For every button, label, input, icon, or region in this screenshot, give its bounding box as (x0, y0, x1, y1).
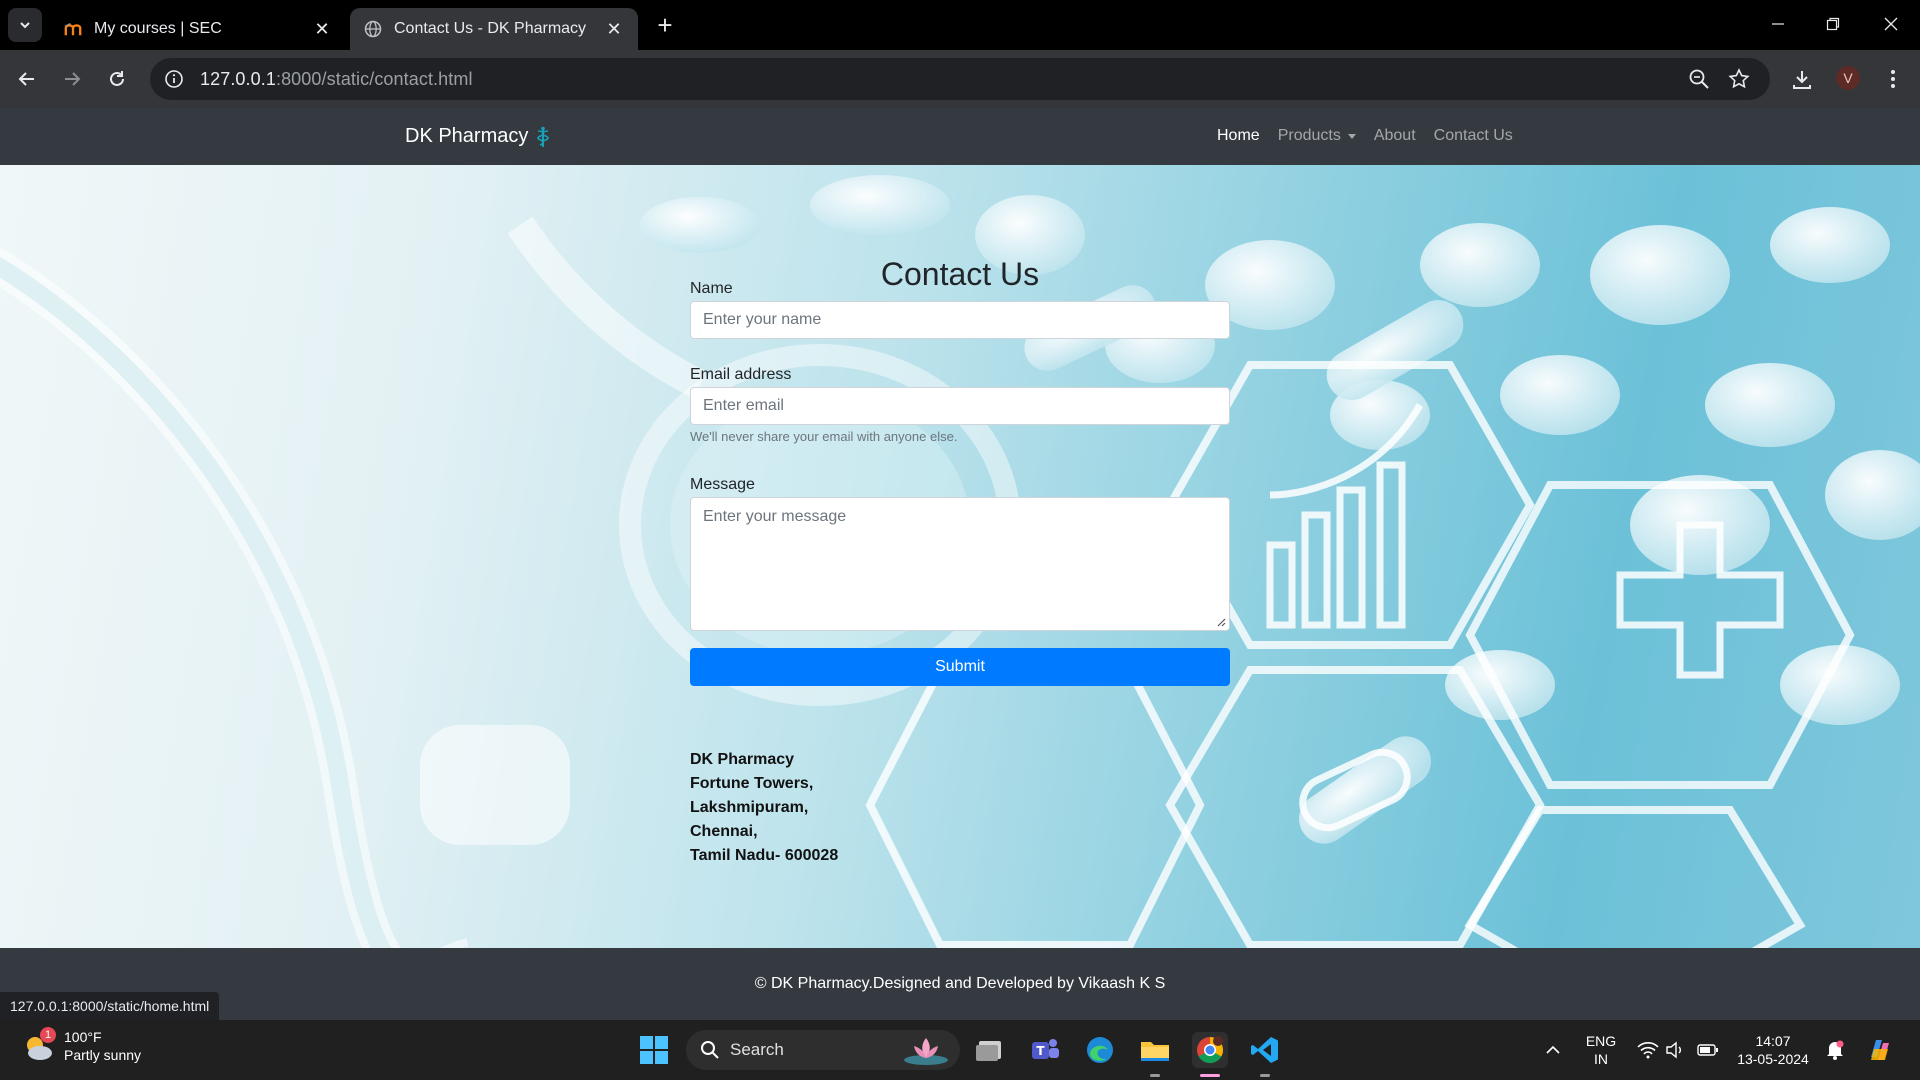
email-input[interactable]: Enter email (690, 387, 1230, 425)
url-text: 127.0.0.1:8000/static/contact.html (200, 68, 473, 89)
site-footer: © DK Pharmacy.Designed and Developed by … (0, 948, 1920, 1020)
page-title: Contact Us (880, 256, 1040, 292)
arrow-left-icon (18, 72, 34, 86)
resize-handle-icon[interactable] (1216, 617, 1226, 627)
nav-products[interactable]: Products (1278, 127, 1356, 145)
vscode-icon[interactable] (1247, 1032, 1283, 1068)
tab-title: Contact Us - DK Pharmacy (394, 20, 587, 37)
clock-date: 13-05-2024 (1737, 1051, 1809, 1067)
search-label: Search (730, 1040, 784, 1059)
name-input[interactable]: Enter your name (690, 301, 1230, 339)
teams-icon[interactable]: T (1027, 1032, 1063, 1068)
weather-desc: Partly sunny (64, 1047, 142, 1063)
brand-link[interactable]: DK Pharmacy (405, 125, 550, 148)
notification-badge: 1 (40, 1027, 56, 1043)
address-line: Lakshmipuram, (690, 799, 809, 816)
footer-text: © DK Pharmacy.Designed and Developed by … (754, 975, 1166, 992)
caret-down-icon (1347, 133, 1356, 139)
info-icon[interactable] (164, 69, 184, 89)
language-indicator[interactable]: ENG IN (1582, 1032, 1620, 1068)
globe-icon (364, 20, 382, 38)
email-help-text: We'll never share your email with anyone… (690, 429, 958, 444)
reload-icon (110, 71, 124, 86)
nav-about[interactable]: About (1374, 127, 1416, 145)
taskbar: 1 100°F Partly sunny Search T ENG IN 14:… (0, 1020, 1920, 1080)
brand-name: DK Pharmacy (405, 125, 529, 147)
hero-section: Contact Us Name Enter your name Email ad… (0, 165, 1920, 948)
email-label: Email address (690, 366, 792, 383)
page-viewport: DK Pharmacy Home Products About Contact … (0, 108, 1920, 1020)
running-indicator (1150, 1074, 1160, 1077)
nav-home[interactable]: Home (1217, 127, 1260, 145)
windows-start-icon[interactable] (636, 1032, 672, 1068)
close-tab-icon[interactable]: ✕ (604, 19, 624, 39)
copilot-icon[interactable] (1862, 1032, 1898, 1068)
message-label: Message (690, 476, 755, 493)
tab-contact-us[interactable]: Contact Us - DK Pharmacy ✕ (350, 8, 638, 50)
address-block: DK Pharmacy Fortune Towers, Lakshmipuram… (690, 748, 838, 868)
tab-title: My courses | SEC (94, 20, 222, 37)
region-code: IN (1594, 1051, 1608, 1067)
task-view-icon[interactable] (972, 1032, 1008, 1068)
message-textarea[interactable]: Enter your message (690, 497, 1230, 631)
address-line: Chennai, (690, 823, 758, 840)
profile-avatar[interactable]: V (1836, 66, 1860, 90)
forward-button[interactable] (57, 64, 87, 94)
notification-bell-icon[interactable] (1817, 1032, 1853, 1068)
address-bar[interactable]: 127.0.0.1:8000/static/contact.html (150, 58, 1770, 100)
tab-search-button[interactable] (8, 8, 42, 42)
arrow-right-icon (65, 72, 81, 86)
zoom-icon[interactable] (1688, 68, 1710, 90)
browser-tab-bar: My courses | SEC ✕ Contact Us - DK Pharm… (0, 0, 1920, 50)
edge-icon[interactable] (1082, 1032, 1118, 1068)
address-line: Tamil Nadu- 600028 (690, 847, 839, 864)
message-placeholder: Enter your message (703, 508, 847, 525)
close-tab-icon[interactable]: ✕ (312, 19, 332, 39)
name-label: Name (690, 280, 733, 297)
clock-time: 14:07 (1755, 1033, 1791, 1049)
status-bubble: 127.0.0.1:8000/static/home.html (0, 992, 220, 1020)
language-code: ENG (1585, 1033, 1617, 1049)
running-indicator (1260, 1074, 1270, 1077)
moodle-favicon-icon (64, 20, 82, 38)
name-placeholder: Enter your name (703, 311, 822, 328)
email-placeholder: Enter email (703, 397, 784, 414)
svg-text:T: T (1036, 1044, 1045, 1058)
partly-sunny-icon: 1 (22, 1027, 56, 1063)
restore-icon[interactable] (1813, 6, 1853, 42)
submit-button[interactable]: Submit (690, 648, 1230, 686)
lotus-icon (904, 1038, 948, 1065)
close-window-icon[interactable] (1871, 6, 1911, 42)
address-line: DK Pharmacy (690, 751, 795, 768)
minimize-icon[interactable] (1758, 6, 1798, 42)
caduceus-icon (537, 126, 550, 147)
menu-dots-icon[interactable] (1880, 66, 1906, 92)
active-indicator (1200, 1074, 1220, 1077)
nav-links: Home Products About Contact Us (1217, 127, 1531, 145)
weather-widget[interactable]: 1 100°F Partly sunny (22, 1027, 142, 1064)
download-icon[interactable] (1789, 66, 1815, 92)
chrome-icon[interactable] (1192, 1032, 1228, 1068)
reload-button[interactable] (102, 64, 132, 94)
battery-icon[interactable] (1690, 1032, 1726, 1068)
tab-my-courses[interactable]: My courses | SEC ✕ (50, 8, 346, 50)
bookmark-star-icon[interactable] (1728, 68, 1750, 90)
back-button[interactable] (12, 64, 42, 94)
chevron-up-icon[interactable] (1535, 1032, 1571, 1068)
clock[interactable]: 14:07 13-05-2024 (1733, 1032, 1813, 1068)
search-icon (701, 1041, 719, 1059)
address-line: Fortune Towers, (690, 775, 814, 792)
taskbar-search[interactable]: Search (686, 1030, 960, 1070)
volume-icon[interactable] (1657, 1032, 1693, 1068)
site-navbar: DK Pharmacy Home Products About Contact … (0, 108, 1920, 165)
chevron-down-icon (20, 22, 30, 29)
new-tab-button[interactable]: + (650, 10, 680, 40)
weather-temp: 100°F (64, 1029, 102, 1045)
file-explorer-icon[interactable] (1137, 1032, 1173, 1068)
browser-toolbar: 127.0.0.1:8000/static/contact.html (0, 50, 1920, 108)
nav-contact[interactable]: Contact Us (1434, 127, 1513, 145)
